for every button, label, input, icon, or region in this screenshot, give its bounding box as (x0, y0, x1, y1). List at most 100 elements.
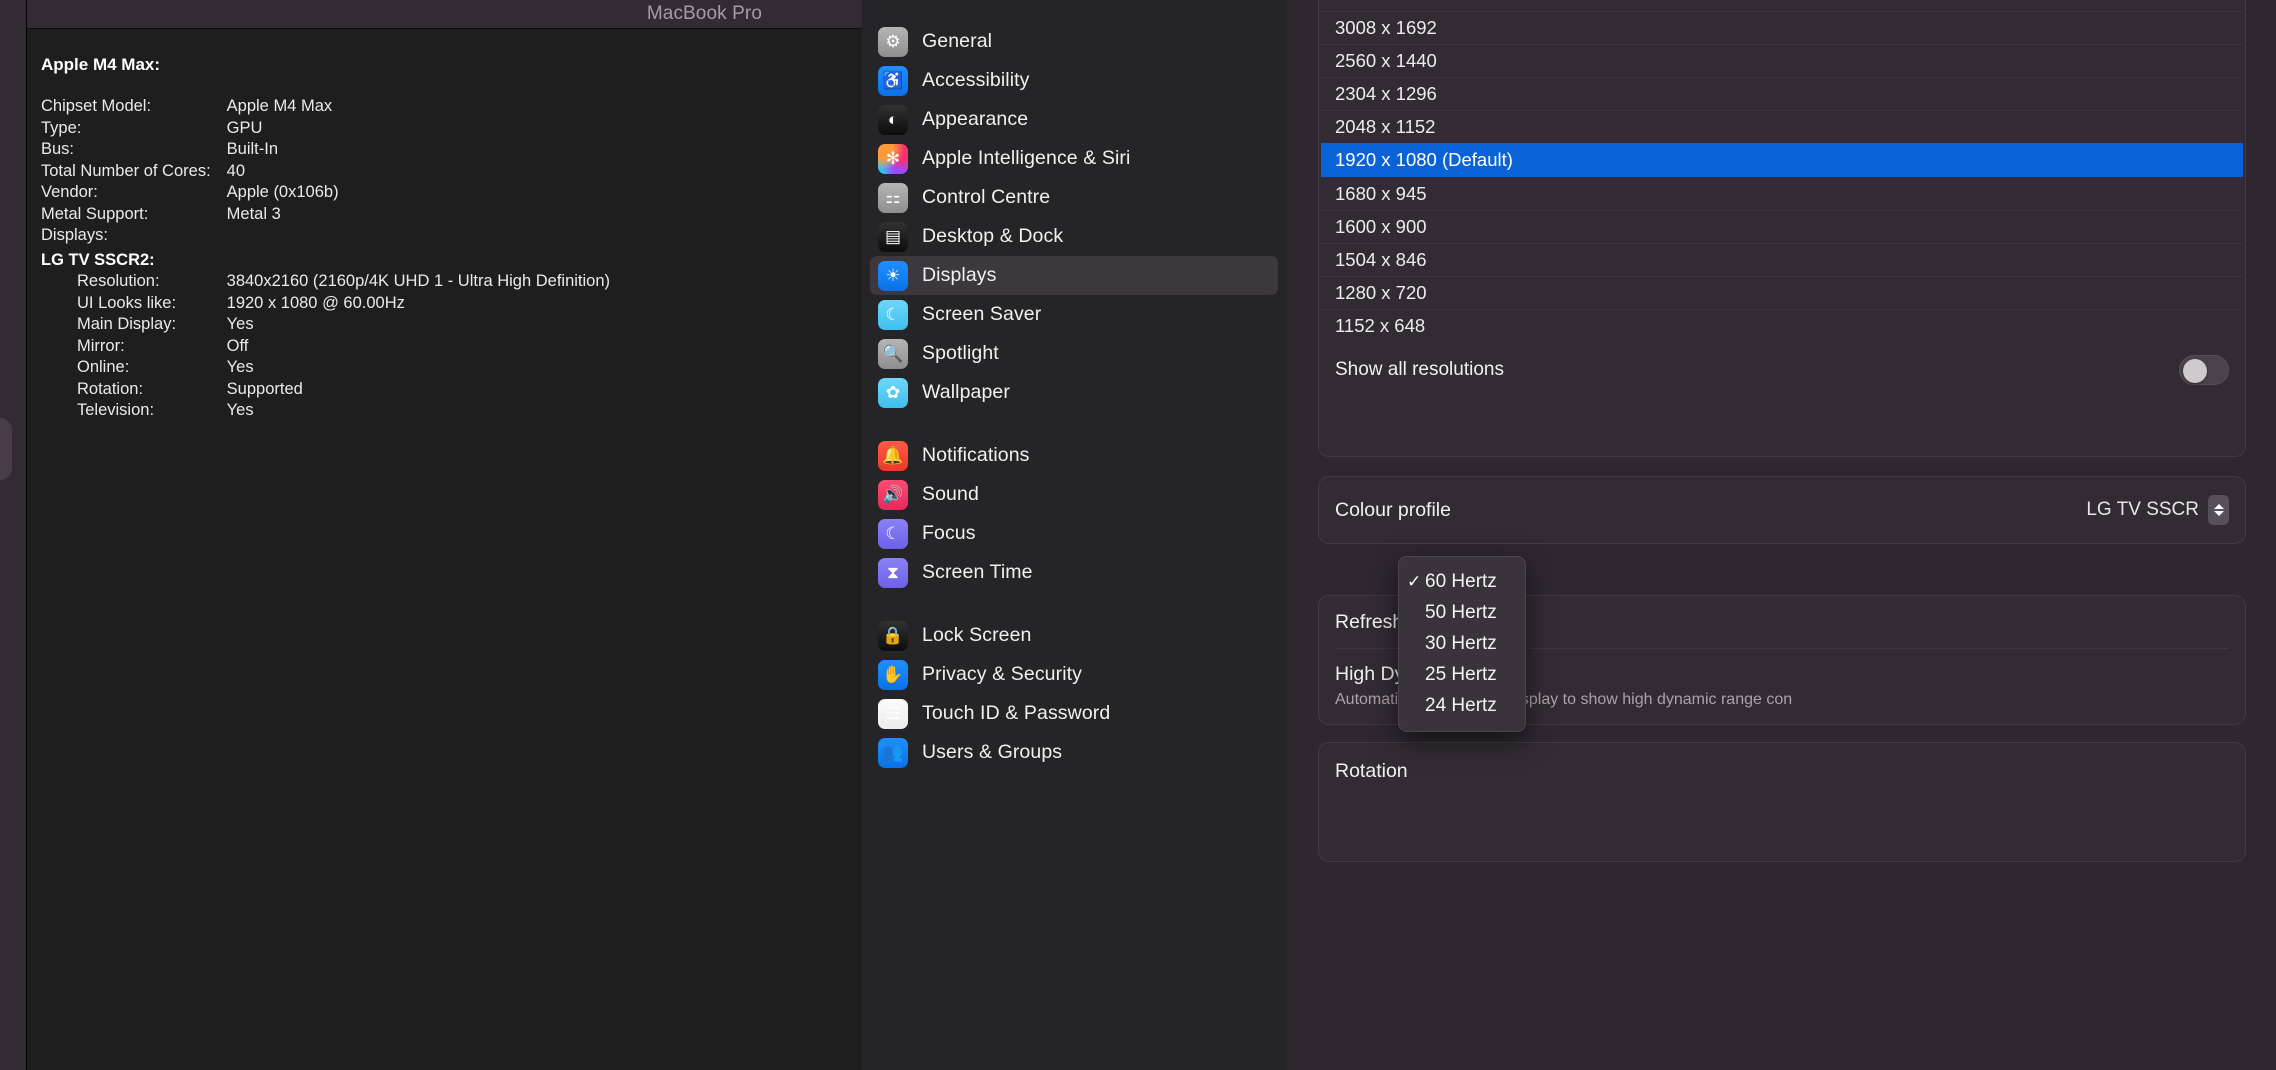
fingerprint-icon: ☲ (878, 699, 908, 729)
displays-settings-pane: 3840 x 21603360 x 18903200 x 18003008 x … (1288, 0, 2276, 1070)
sidebar-item-label: Control Centre (922, 186, 1050, 209)
sidebar-item-apple-intelligence-siri[interactable]: ✻Apple Intelligence & Siri (870, 139, 1278, 178)
sidebar-item-privacy-security[interactable]: ✋Privacy & Security (870, 655, 1278, 694)
refresh-rate-menu-item[interactable]: 25 Hertz (1399, 660, 1525, 690)
settings-sidebar[interactable]: ⚙ General ♿Accessibility◐Appearance✻Apple … (862, 0, 1286, 1070)
refresh-rate-menu-item[interactable]: 50 Hertz (1399, 598, 1525, 628)
colour-profile-value: LG TV SSCR (2086, 499, 2199, 521)
sysinfo-titlebar[interactable]: MacBook Pro (27, 0, 862, 29)
resolution-option[interactable]: 3200 x 1800 (1321, 0, 2243, 11)
sidebar-group-gap (862, 592, 1286, 616)
sidebar-item-control-centre[interactable]: ⚏Control Centre (870, 178, 1278, 217)
gpu-heading: Apple M4 Max: (41, 55, 862, 75)
sidebar-item-label: Privacy & Security (922, 663, 1082, 686)
system-information-window: MacBook Pro Apple M4 Max: Chipset Model:… (26, 0, 862, 1070)
refresh-rate-menu-label: 60 Hertz (1425, 571, 1497, 593)
resolution-option[interactable]: 2304 x 1296 (1321, 77, 2243, 110)
sidebar-item-general[interactable]: ⚙ General (870, 22, 1278, 61)
display-key: UI Looks like: (41, 294, 227, 316)
sidebar-item-users-groups[interactable]: 👥Users & Groups (870, 733, 1278, 772)
refresh-rate-menu-label: 50 Hertz (1425, 602, 1497, 624)
sidebar-item-label: Focus (922, 522, 976, 545)
sysinfo-key: Chipset Model: (41, 97, 227, 119)
resolution-option[interactable]: 2560 x 1440 (1321, 44, 2243, 77)
window-title: MacBook Pro (647, 3, 762, 25)
edge-handle[interactable] (0, 418, 12, 480)
refresh-rate-menu-item[interactable]: 30 Hertz (1399, 629, 1525, 659)
sidebar-item-label: Users & Groups (922, 741, 1062, 764)
resolution-option[interactable]: 1280 x 720 (1321, 276, 2243, 309)
sidebar-item-appearance[interactable]: ◐Appearance (870, 100, 1278, 139)
sidebar-item-label: Screen Saver (922, 303, 1041, 326)
resolution-option[interactable]: 1152 x 648 (1321, 309, 2243, 342)
chevron-updown-icon[interactable] (2208, 495, 2229, 525)
resolution-option[interactable]: 2048 x 1152 (1321, 110, 2243, 143)
resolution-option[interactable]: 3008 x 1692 (1321, 11, 2243, 44)
refresh-rate-menu-item[interactable]: 24 Hertz (1399, 691, 1525, 721)
display-row: Television:Yes (41, 401, 610, 423)
refresh-rate-menu-label: 25 Hertz (1425, 664, 1497, 686)
refresh-rate-popup-menu[interactable]: ✓60 Hertz 50 Hertz 30 Hertz 25 Hertz 24 Hert… (1398, 556, 1526, 732)
display-row: Main Display:Yes (41, 315, 610, 337)
rotation-row[interactable]: Rotation (1319, 743, 2245, 799)
sysinfo-value: Built-In (227, 140, 610, 162)
sidebar-item-label: Accessibility (922, 69, 1030, 92)
moon-icon: ☾ (878, 519, 908, 549)
resolution-label: 1600 x 900 (1335, 216, 1427, 238)
sysinfo-row: Metal Support:Metal 3 (41, 205, 610, 227)
resolution-option[interactable]: 1504 x 846 (1321, 243, 2243, 276)
resolution-option[interactable]: 1600 x 900 (1321, 210, 2243, 243)
sysinfo-key: Type: (41, 119, 227, 141)
display-row: Rotation:Supported (41, 380, 610, 402)
display-value: Off (227, 337, 610, 359)
sidebar-item-label: Displays (922, 264, 997, 287)
gear-icon: ⚙ (878, 27, 908, 57)
sysinfo-row: Total Number of Cores:40 (41, 162, 610, 184)
sidebar-item-notifications[interactable]: 🔔Notifications (870, 436, 1278, 475)
sysinfo-row: Chipset Model:Apple M4 Max (41, 97, 610, 119)
appearance-icon: ◐ (878, 105, 908, 135)
sidebar-item-label: Lock Screen (922, 624, 1032, 647)
display-key: Television: (41, 401, 227, 423)
sidebar-item-accessibility[interactable]: ♿Accessibility (870, 61, 1278, 100)
resolution-option[interactable]: 1680 x 945 (1321, 177, 2243, 210)
resolution-card: 3840 x 21603360 x 18903200 x 18003008 x … (1318, 0, 2246, 457)
resolution-label: 2048 x 1152 (1335, 116, 1435, 138)
toggle-knob (2183, 359, 2207, 383)
sidebar-item-label: General (922, 30, 992, 53)
resolution-label: 3200 x 1800 (1335, 0, 1437, 5)
resolution-option[interactable]: 1920 x 1080 (Default) (1321, 143, 2243, 176)
sidebar-item-screen-time[interactable]: ⧗Screen Time (870, 553, 1278, 592)
show-all-resolutions-toggle[interactable] (2179, 355, 2229, 385)
show-all-resolutions-row[interactable]: Show all resolutions (1319, 342, 2245, 397)
sysinfo-row: Vendor:Apple (0x106b) (41, 183, 610, 205)
display-row: UI Looks like:1920 x 1080 @ 60.00Hz (41, 294, 610, 316)
refresh-rate-menu-item[interactable]: ✓60 Hertz (1399, 567, 1525, 597)
sidebar-item-touch-id-password[interactable]: ☲ Touch ID & Password (870, 694, 1278, 733)
sidebar-item-label: Touch ID & Password (922, 702, 1110, 725)
wallpaper-icon: ✿ (878, 378, 908, 408)
sysinfo-value: Apple M4 Max (227, 97, 610, 119)
resolution-list[interactable]: 3840 x 21603360 x 18903200 x 18003008 x … (1319, 0, 2245, 342)
sysinfo-key: Metal Support: (41, 205, 227, 227)
sidebar-item-spotlight[interactable]: 🔍Spotlight (870, 334, 1278, 373)
refresh-rate-menu-label: 24 Hertz (1425, 695, 1497, 717)
sidebar-item-screen-saver[interactable]: ☾Screen Saver (870, 295, 1278, 334)
sidebar-item-lock-screen[interactable]: 🔒Lock Screen (870, 616, 1278, 655)
sidebar-item-focus[interactable]: ☾ Focus (870, 514, 1278, 553)
resolution-label: 2560 x 1440 (1335, 50, 1437, 72)
colour-profile-card[interactable]: Colour profile LG TV SSCR (1318, 476, 2246, 544)
colour-profile-popup[interactable]: LG TV SSCR (2086, 495, 2229, 525)
sidebar-item-label: Wallpaper (922, 381, 1010, 404)
sidebar-item-wallpaper[interactable]: ✿ Wallpaper (870, 373, 1278, 412)
display-row: Resolution:3840x2160 (2160p/4K UHD 1 - U… (41, 272, 610, 294)
sidebar-item-desktop-dock[interactable]: ▤Desktop & Dock (870, 217, 1278, 256)
sidebar-group-gap (862, 412, 1286, 436)
sidebar-item-displays[interactable]: ☀Displays (870, 256, 1278, 295)
sidebar-item-sound[interactable]: 🔊Sound (870, 475, 1278, 514)
sysinfo-row: Displays: (41, 226, 610, 248)
sidebar-group-gap (862, 0, 1286, 22)
speaker-icon: 🔊 (878, 480, 908, 510)
sysinfo-value: Apple (0x106b) (227, 183, 610, 205)
display-key: Resolution: (41, 272, 227, 294)
